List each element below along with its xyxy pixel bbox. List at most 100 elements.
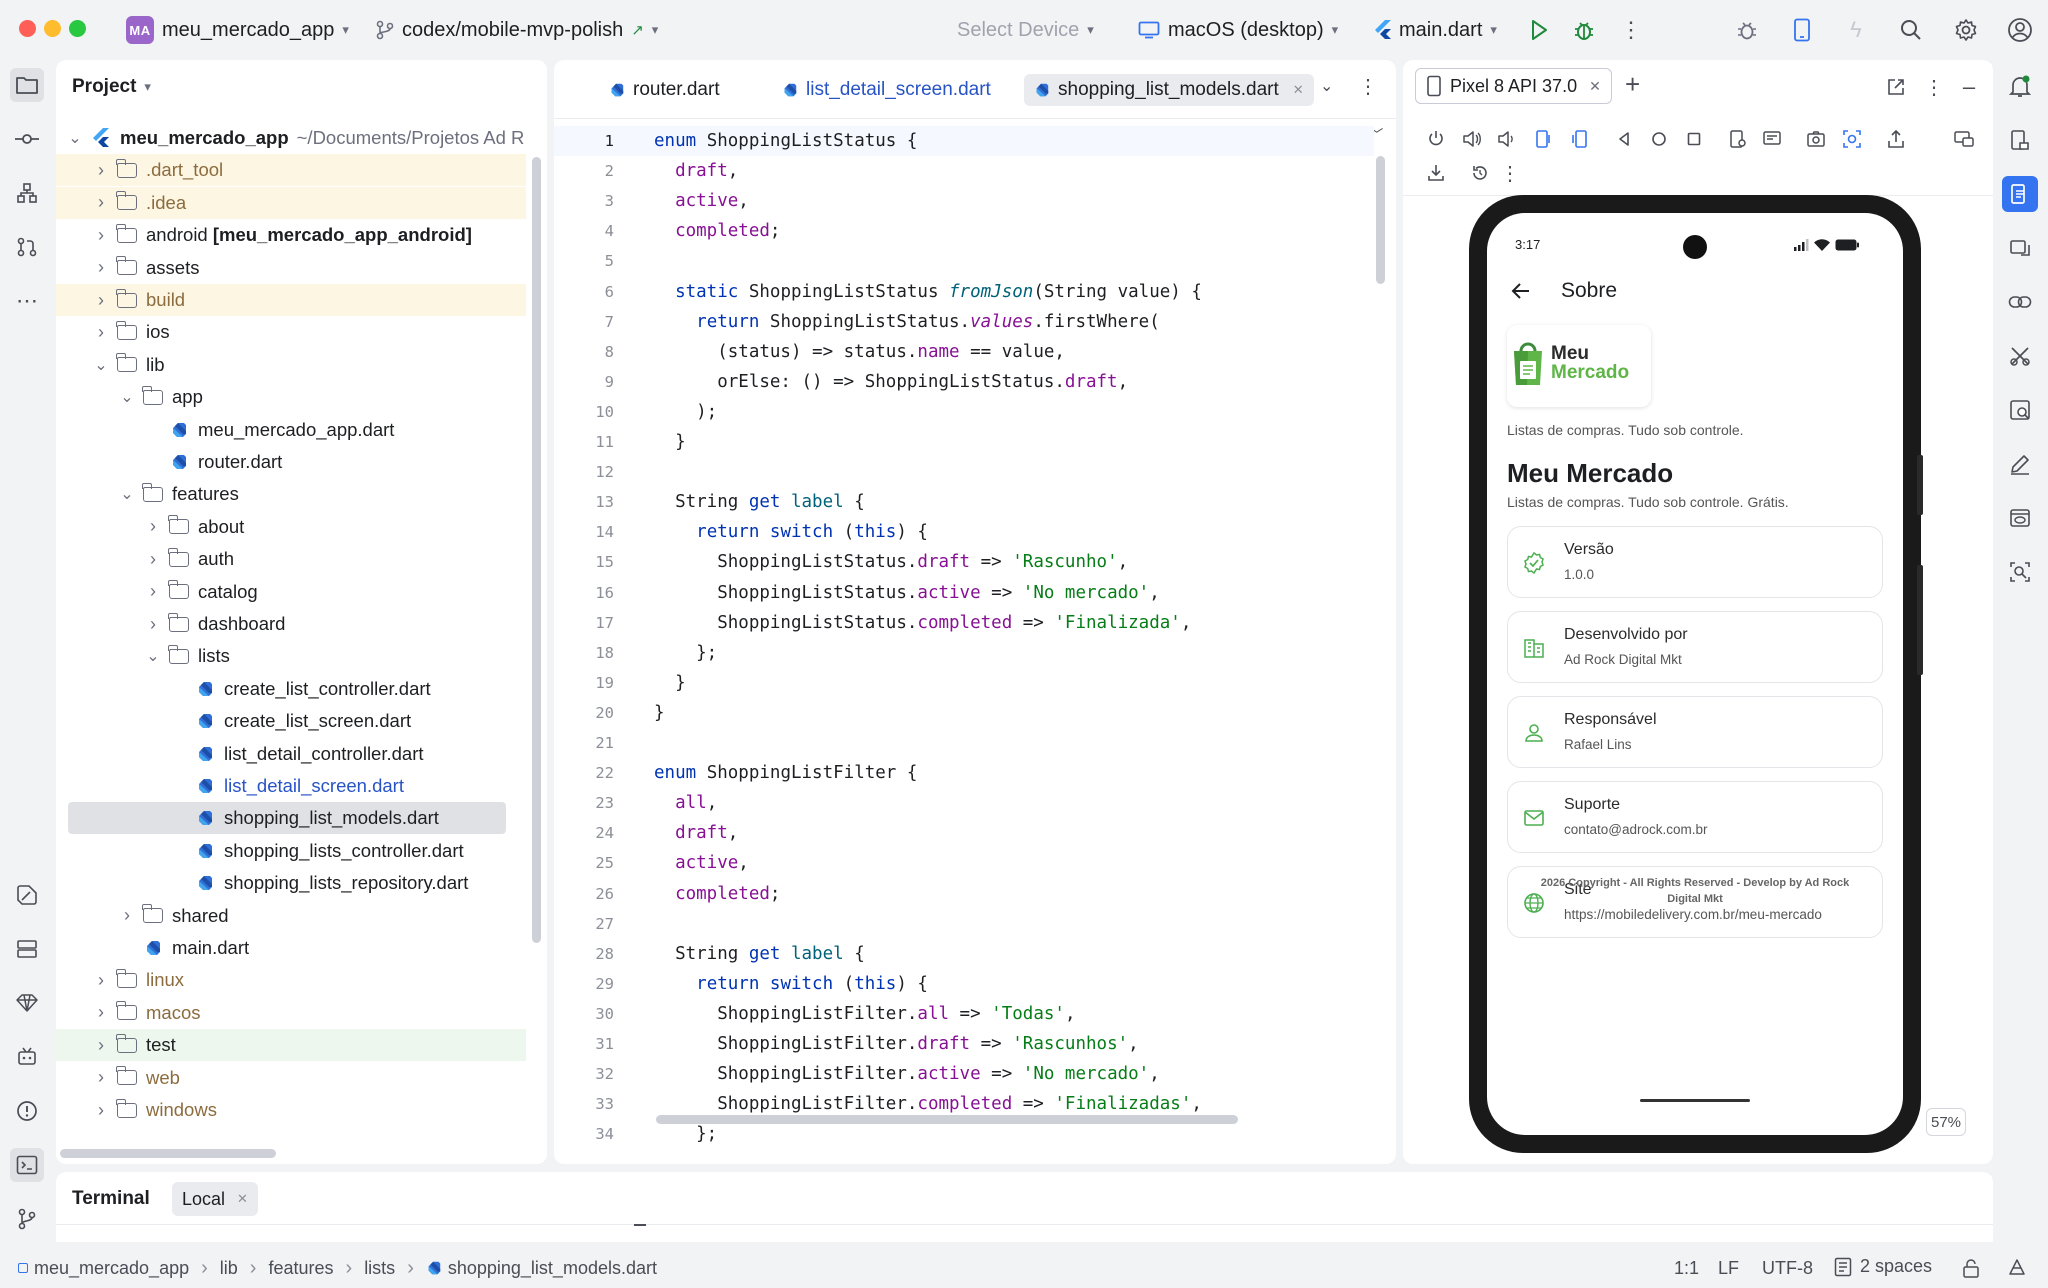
widget-inspector-icon[interactable] <box>2002 554 2038 590</box>
code-line[interactable]: enum ShoppingListStatus { <box>654 126 1396 156</box>
tree-folder-item[interactable]: › auth <box>56 543 526 575</box>
info-card[interactable]: Versão 1.0.0 <box>1507 526 1883 598</box>
hot-reload-icon[interactable]: ϟ <box>1842 16 1870 44</box>
chevron-right-icon[interactable]: › <box>92 970 110 991</box>
chevron-right-icon[interactable]: › <box>92 1035 110 1056</box>
close-window-button[interactable] <box>19 20 36 37</box>
screenshot-icon[interactable] <box>1803 126 1829 152</box>
readonly-lock-icon[interactable] <box>1962 1258 1980 1278</box>
more-vertical-icon[interactable]: ⋮ <box>1617 16 1645 44</box>
share-icon[interactable] <box>1883 126 1909 152</box>
more-vertical-icon[interactable]: ⋮ <box>1358 74 1378 99</box>
code-line[interactable]: active, <box>654 186 1396 216</box>
code-line[interactable]: ShoppingListFilter.all => 'Todas', <box>654 999 1396 1029</box>
tree-folder-item[interactable]: ⌄ lists <box>56 640 526 672</box>
more-vertical-icon[interactable]: ⋮ <box>1921 74 1947 100</box>
tree-file-item[interactable]: shopping_lists_controller.dart <box>56 835 526 867</box>
minimize-window-button[interactable] <box>44 20 61 37</box>
volume-up-icon[interactable] <box>1459 126 1485 152</box>
zoom-indicator[interactable]: 57% <box>1926 1108 1966 1136</box>
gemini-icon[interactable] <box>10 986 44 1020</box>
more-horizontal-icon[interactable]: ⋯ <box>10 284 44 318</box>
tree-file-item[interactable]: main.dart <box>56 932 526 964</box>
chevron-down-icon[interactable]: ⌄ <box>66 128 84 148</box>
add-device-icon[interactable]: + <box>1625 68 1640 100</box>
code-line[interactable] <box>654 909 1396 939</box>
code-line[interactable]: completed; <box>654 216 1396 246</box>
tree-folder-item[interactable]: › dashboard <box>56 608 526 640</box>
running-devices-tool-icon[interactable] <box>2002 176 2038 212</box>
tree-folder-item[interactable]: ⌄ meu_mercado_app ~/Documents/Projetos Ad … <box>56 122 526 154</box>
device-mirroring-icon[interactable] <box>2002 230 2038 266</box>
code-line[interactable]: } <box>654 427 1396 457</box>
power-icon[interactable] <box>1423 126 1449 152</box>
tree-folder-item[interactable]: › .idea <box>56 186 526 219</box>
mirror-screen-icon[interactable] <box>1951 126 1977 152</box>
breadcrumb-item[interactable]: lib <box>220 1258 238 1279</box>
code-line[interactable]: completed; <box>654 879 1396 909</box>
chevron-right-icon[interactable]: › <box>144 549 162 570</box>
gesture-bar[interactable] <box>1640 1099 1750 1102</box>
more-vertical-icon[interactable]: ⋮ <box>1497 160 1523 186</box>
code-line[interactable]: enum ShoppingListFilter { <box>654 758 1396 788</box>
chevron-right-icon[interactable]: › <box>144 581 162 602</box>
tree-folder-item[interactable]: › assets <box>56 252 526 284</box>
code-line[interactable]: String get label { <box>654 487 1396 517</box>
phone-screen[interactable]: 3:17 Sobre Meu Mercado Listas de compras… <box>1487 213 1903 1135</box>
tree-h-scrollbar[interactable] <box>60 1149 276 1158</box>
account-icon[interactable] <box>2006 16 2034 44</box>
tree-file-item[interactable]: shopping_lists_repository.dart <box>56 867 526 899</box>
notifications-icon[interactable] <box>2002 68 2038 104</box>
code-line[interactable] <box>654 457 1396 487</box>
code-line[interactable]: }; <box>654 638 1396 668</box>
tree-folder-item[interactable]: › catalog <box>56 576 526 608</box>
code-line[interactable] <box>654 728 1396 758</box>
chevron-right-icon[interactable]: › <box>92 1100 110 1121</box>
code-line[interactable]: return switch (this) { <box>654 969 1396 999</box>
git-tool-icon[interactable] <box>10 1202 44 1236</box>
breadcrumb-item[interactable]: features <box>268 1258 333 1279</box>
tab-list-chevron-icon[interactable]: ⌄ <box>1320 76 1333 96</box>
code-line[interactable]: return ShoppingListStatus.values.firstWh… <box>654 307 1396 337</box>
rotate-right-icon[interactable] <box>1566 126 1592 152</box>
structure-tool-icon[interactable] <box>10 176 44 210</box>
minimize-panel-icon[interactable]: – <box>1956 74 1982 100</box>
code-line[interactable]: static ShoppingListStatus fromJson(Strin… <box>654 277 1396 307</box>
open-external-icon[interactable] <box>1883 74 1909 100</box>
code-line[interactable]: (status) => status.name == value, <box>654 337 1396 367</box>
tree-file-item[interactable]: list_detail_screen.dart <box>56 770 526 802</box>
editor-tab[interactable]: shopping_list_models.dart ✕ <box>1024 74 1314 106</box>
search-icon[interactable] <box>1897 16 1925 44</box>
project-switcher[interactable]: MA meu_mercado_app ▾ <box>126 14 349 46</box>
indent-widget[interactable]: 2 spaces <box>1834 1256 1932 1277</box>
code-line[interactable]: draft, <box>654 156 1396 186</box>
tree-folder-item[interactable]: › .dart_tool <box>56 154 526 187</box>
tree-folder-item[interactable]: › ios <box>56 316 526 348</box>
tree-file-item[interactable]: create_list_controller.dart <box>56 673 526 705</box>
code-line[interactable]: return switch (this) { <box>654 517 1396 547</box>
chevron-right-icon[interactable]: › <box>92 322 110 343</box>
chevron-down-icon[interactable]: ⌄ <box>92 355 110 375</box>
editor-tab[interactable]: list_detail_screen.dart <box>772 74 1001 106</box>
chevron-right-icon[interactable]: › <box>92 160 110 181</box>
info-card[interactable]: Suporte contato@adrock.com.br <box>1507 781 1883 853</box>
chevron-down-icon[interactable]: ⌄ <box>118 387 136 407</box>
memory-indicator-icon[interactable] <box>2006 1256 2028 1278</box>
code-line[interactable]: ); <box>654 397 1396 427</box>
code-line[interactable]: } <box>654 668 1396 698</box>
debug-icon[interactable] <box>1570 16 1598 44</box>
close-tab-icon[interactable]: ✕ <box>1589 78 1601 95</box>
overview-icon[interactable] <box>1681 126 1707 152</box>
tree-file-item[interactable]: router.dart <box>56 446 526 478</box>
tree-folder-item[interactable]: › linux <box>56 964 526 996</box>
chevron-down-icon[interactable]: ⌄ <box>144 646 162 666</box>
chevron-right-icon[interactable]: › <box>92 1002 110 1023</box>
breadcrumb-item[interactable]: meu_mercado_app <box>18 1258 189 1279</box>
volume-down-icon[interactable] <box>1493 126 1519 152</box>
caret-position[interactable]: 1:1 <box>1674 1258 1699 1279</box>
code-line[interactable]: all, <box>654 788 1396 818</box>
code-line[interactable]: orElse: () => ShoppingListStatus.draft, <box>654 367 1396 397</box>
close-tab-icon[interactable]: ✕ <box>237 1191 248 1207</box>
code-line[interactable]: String get label { <box>654 939 1396 969</box>
tree-scrollbar[interactable] <box>532 157 541 943</box>
